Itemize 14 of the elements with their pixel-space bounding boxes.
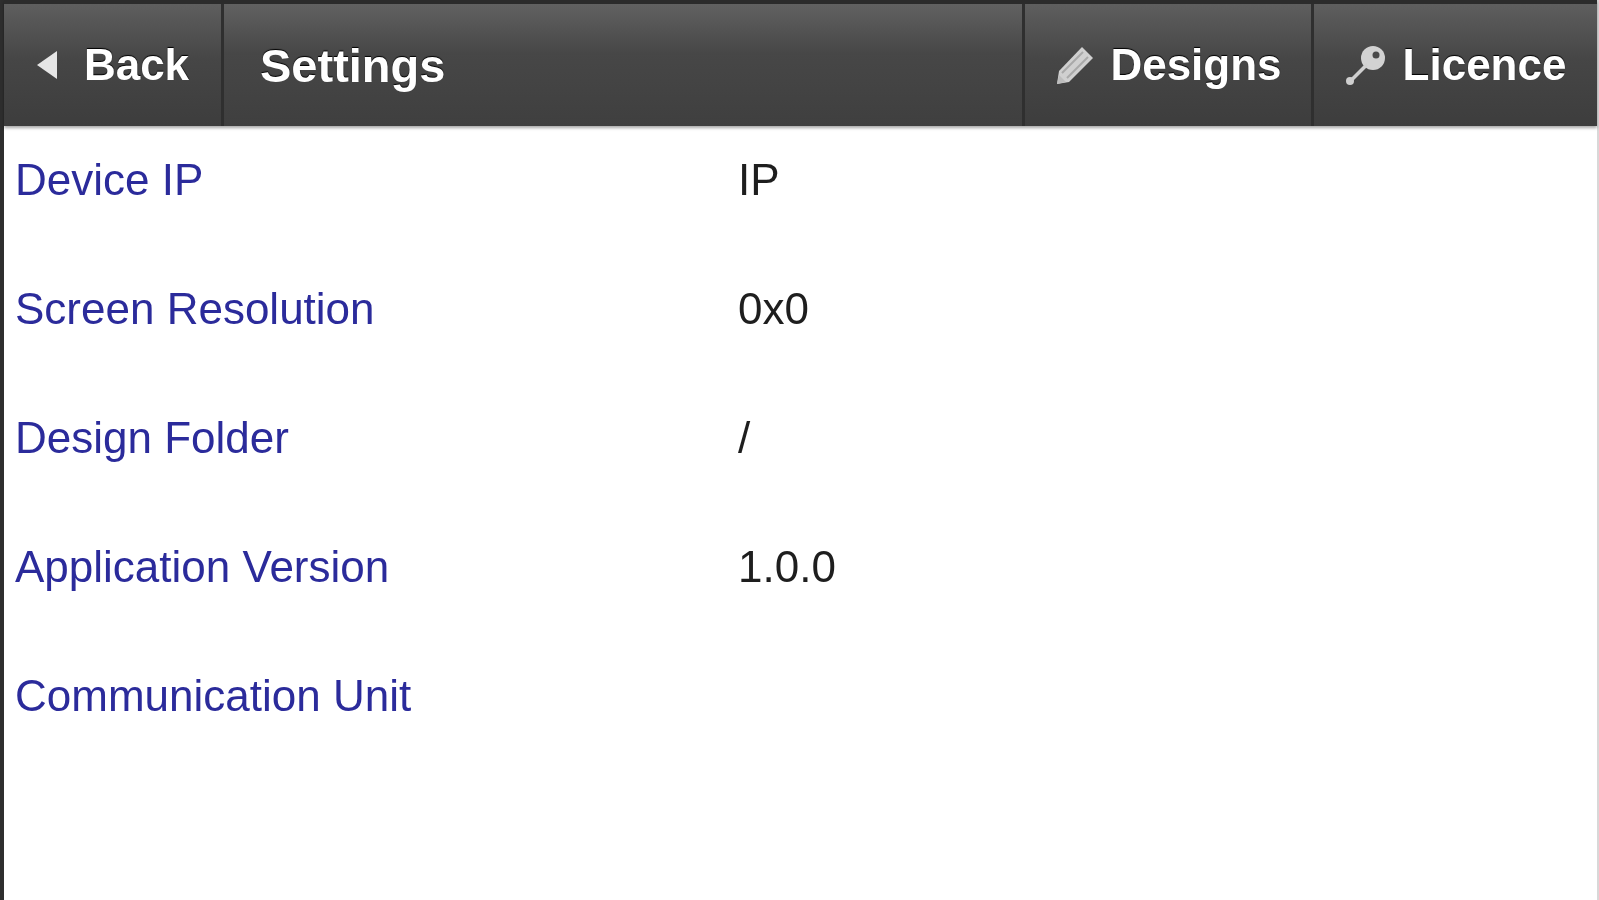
setting-label: Screen Resolution xyxy=(15,284,375,334)
setting-label: Application Version xyxy=(15,542,390,592)
back-button[interactable]: Back xyxy=(4,4,224,126)
setting-label: Design Folder xyxy=(15,413,289,463)
setting-value: IP xyxy=(738,155,780,205)
designs-button[interactable]: Designs xyxy=(1022,4,1311,126)
key-icon xyxy=(1344,44,1387,86)
setting-value: / xyxy=(738,413,751,463)
left-triangle-icon xyxy=(35,50,58,80)
setting-value: 0x0 xyxy=(738,284,809,334)
setting-label: Device IP xyxy=(15,155,204,205)
setting-value: 1.0.0 xyxy=(738,542,836,592)
licence-button[interactable]: Licence xyxy=(1311,4,1597,126)
setting-label: Communication Unit xyxy=(15,671,412,721)
